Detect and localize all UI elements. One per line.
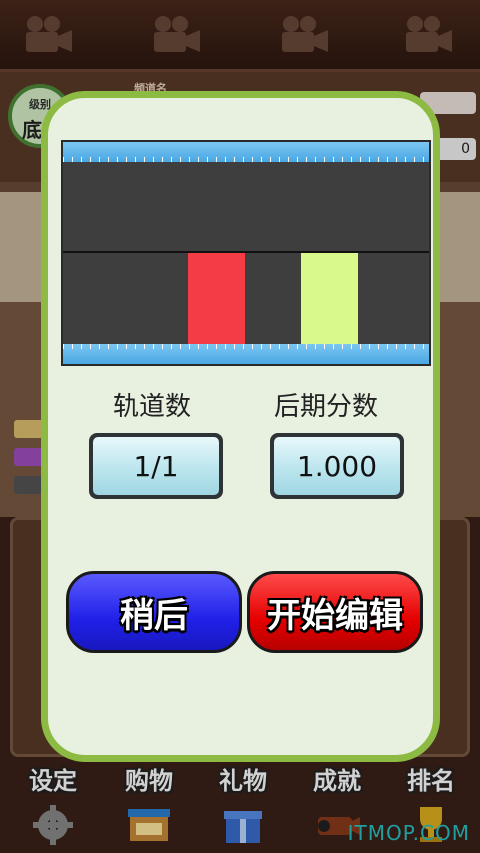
tracks-value: 1/1 [93,437,219,495]
red-clip-block [188,253,245,345]
track-divider [63,251,429,253]
lime-clip-block [301,253,358,345]
later-button[interactable]: 稍后 [66,571,242,653]
edit-dialog: 轨道数 后期分数 1/1 1.000 稍后 开始编辑 [41,91,440,762]
tracks-value-box: 1/1 [89,433,223,499]
post-score-value-box: 1.000 [270,433,404,499]
track-preview [61,140,431,366]
timeline-ruler-top [63,142,429,162]
start-edit-button[interactable]: 开始编辑 [247,571,423,653]
timeline-ruler-bottom [63,344,429,364]
post-score-value: 1.000 [274,437,400,495]
post-score-label: 后期分数 [273,392,378,422]
tracks-label: 轨道数 [112,392,191,422]
